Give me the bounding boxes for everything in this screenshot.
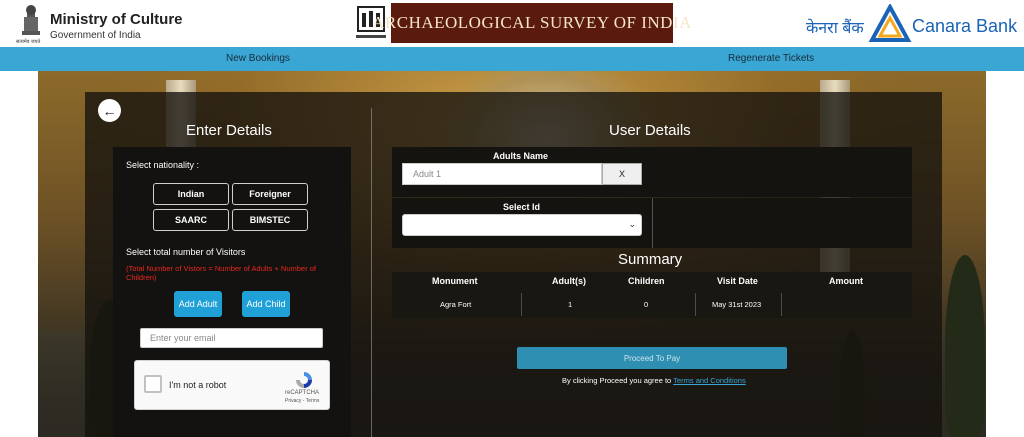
ministry-title: Ministry of Culture (50, 11, 183, 28)
bank-name-hindi: केनरा बैंक (806, 20, 864, 37)
emblem-motto: सत्यमेव जयते (16, 39, 41, 45)
nationality-saarc-button[interactable]: SAARC (153, 209, 229, 231)
recaptcha-checkbox[interactable] (144, 375, 162, 393)
nav-new-bookings[interactable]: New Bookings (226, 53, 290, 64)
canara-triangle-icon (868, 4, 912, 42)
select-id-separator (652, 198, 653, 248)
ministry-logo-block[interactable]: सत्यमेव जयते Ministry of Culture Governm… (16, 3, 188, 45)
back-arrow-icon[interactable]: ← (98, 99, 121, 122)
summary-col-separator (781, 293, 782, 316)
adult-name-input[interactable]: Adult 1 (402, 163, 602, 185)
site-header: सत्यमेव जयते Ministry of Culture Governm… (0, 0, 1024, 47)
summary-col-visit-date: Visit Date (717, 276, 758, 286)
summary-col-amount: Amount (829, 276, 863, 286)
summary-cell-children: 0 (644, 300, 649, 309)
summary-col-children: Children (628, 276, 665, 286)
summary-heading: Summary (618, 251, 683, 268)
asi-logo-block[interactable]: ARCHAEOLOGICAL SURVEY OF INDIA (352, 3, 691, 43)
email-field[interactable]: Enter your email (140, 328, 323, 348)
chevron-down-icon: ⌄ (628, 219, 636, 229)
add-adult-button[interactable]: Add Adult (174, 291, 222, 317)
enter-details-heading: Enter Details (186, 122, 272, 139)
visitors-label: Select total number of Visitors (126, 247, 246, 257)
user-details-heading: User Details (609, 122, 691, 139)
panel-divider (371, 108, 372, 437)
recaptcha-widget: I'm not a robot reCAPTCHA Privacy - Term… (134, 360, 330, 410)
recaptcha-label: I'm not a robot (169, 380, 227, 390)
terms-notice: By clicking Proceed you agree to Terms a… (562, 376, 746, 385)
summary-col-separator (521, 293, 522, 316)
proceed-to-pay-button[interactable]: Proceed To Pay (517, 347, 787, 369)
terms-link[interactable]: Terms and Conditions (673, 376, 746, 385)
ministry-subtitle: Government of India (50, 30, 141, 41)
select-id-dropdown[interactable]: ⌄ (402, 214, 642, 236)
select-id-label: Select Id (503, 202, 541, 212)
summary-cell-visit-date: May 31st 2023 (712, 300, 762, 309)
summary-col-monument: Monument (432, 276, 478, 286)
nationality-foreigner-button[interactable]: Foreigner (232, 183, 308, 205)
summary-col-separator (695, 293, 696, 316)
terms-prefix: By clicking Proceed you agree to (562, 376, 674, 385)
nationality-bimstec-button[interactable]: BIMSTEC (232, 209, 308, 231)
add-child-button[interactable]: Add Child (242, 291, 290, 317)
canara-bank-logo-block[interactable]: केनरा बैंक Canara Bank (806, 4, 1018, 44)
asi-title: ARCHAEOLOGICAL SURVEY OF INDIA (372, 3, 691, 43)
nationality-label: Select nationality : (126, 160, 200, 170)
visitors-note: (Total Number of Vistors = Number of Adu… (126, 264, 316, 282)
bank-name: Canara Bank (912, 16, 1018, 36)
summary-col-adults: Adult(s) (552, 276, 586, 286)
recaptcha-links[interactable]: Privacy - Terms (285, 398, 319, 404)
nav-regenerate-tickets[interactable]: Regenerate Tickets (728, 53, 814, 64)
recaptcha-logo-icon (296, 372, 312, 388)
recaptcha-brand: reCAPTCHA (285, 390, 320, 396)
summary-cell-adults: 1 (568, 300, 573, 309)
adults-name-label: Adults Name (493, 151, 549, 161)
summary-cell-monument: Agra Fort (440, 300, 472, 309)
nationality-indian-button[interactable]: Indian (153, 183, 229, 205)
remove-adult-button[interactable]: X (602, 163, 642, 185)
top-nav-bar: New Bookings Regenerate Tickets (0, 47, 1024, 71)
tree-right-1 (945, 255, 985, 437)
